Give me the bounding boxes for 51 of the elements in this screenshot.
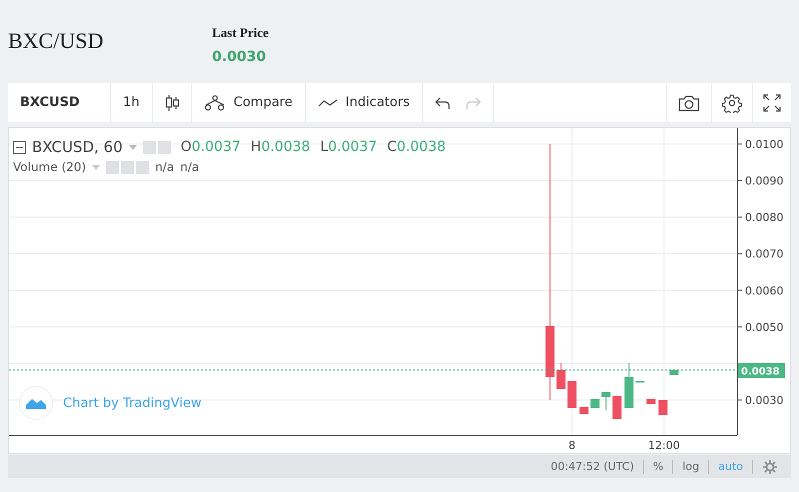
collapse-icon[interactable] bbox=[13, 140, 26, 154]
price-label: 0.0090 bbox=[745, 174, 784, 188]
candlestick-icon[interactable] bbox=[164, 94, 179, 112]
ohlc-key: C bbox=[387, 139, 397, 155]
scale-toggle[interactable]: % bbox=[644, 460, 674, 474]
price-label: 0.0030 bbox=[745, 394, 784, 407]
scales-icon bbox=[204, 94, 226, 110]
time-label: 8 bbox=[568, 439, 576, 452]
symbol-button[interactable]: BXCUSD bbox=[8, 83, 111, 122]
line-chart-icon bbox=[318, 96, 338, 108]
candlestick bbox=[646, 398, 656, 404]
price-label: 0.0100 bbox=[745, 138, 784, 151]
camera-icon[interactable] bbox=[678, 94, 700, 112]
clock-text: 00:47:52 (UTC) bbox=[542, 460, 644, 474]
price-label: 0.0080 bbox=[745, 211, 784, 224]
logo-icon[interactable] bbox=[19, 386, 53, 420]
caret-icon[interactable] bbox=[128, 144, 137, 150]
current-price-tag: 0.0038 bbox=[738, 363, 785, 378]
ohlc-value: 0.0037 bbox=[328, 139, 377, 155]
ohlc-value: 0.0038 bbox=[396, 139, 446, 155]
ohlc-key: O bbox=[180, 139, 192, 155]
interval-button[interactable]: 1h bbox=[111, 83, 153, 122]
candlestick bbox=[602, 392, 610, 410]
compare-button[interactable]: Compare bbox=[192, 83, 306, 122]
volume-value: n/a bbox=[180, 160, 200, 174]
price-label: 0.0050 bbox=[745, 320, 784, 334]
ohlc-key: H bbox=[250, 139, 262, 155]
price-label: 0.0070 bbox=[745, 248, 784, 261]
undo-icon[interactable] bbox=[434, 96, 451, 110]
candlestick bbox=[556, 362, 566, 390]
scale-toggle[interactable]: log bbox=[673, 460, 710, 474]
series-title: BXCUSD, 60 bbox=[32, 138, 123, 156]
candlestick bbox=[670, 370, 678, 376]
candlestick bbox=[624, 362, 634, 408]
candlestick bbox=[568, 380, 576, 408]
price-label: 0.0060 bbox=[745, 284, 784, 298]
candlestick bbox=[612, 396, 622, 420]
candlestick bbox=[636, 380, 644, 382]
last-price-value: 0.0030 bbox=[212, 49, 268, 65]
fullscreen-icon[interactable] bbox=[763, 94, 781, 112]
indicators-button[interactable]: Indicators bbox=[306, 83, 423, 122]
volume-title: Volume (20) bbox=[13, 160, 86, 174]
caret-icon[interactable] bbox=[92, 164, 100, 170]
ohlc-key: L bbox=[320, 139, 328, 155]
ohlc-value: 0.0038 bbox=[261, 139, 310, 155]
ohlc-value: 0.0037 bbox=[192, 139, 241, 155]
pair-title: BXC/USD bbox=[8, 28, 104, 54]
time-label: 12:00 bbox=[648, 439, 680, 452]
volume-value: n/a bbox=[155, 160, 174, 174]
candlestick bbox=[658, 400, 668, 416]
last-price-label: Last Price bbox=[212, 25, 269, 41]
